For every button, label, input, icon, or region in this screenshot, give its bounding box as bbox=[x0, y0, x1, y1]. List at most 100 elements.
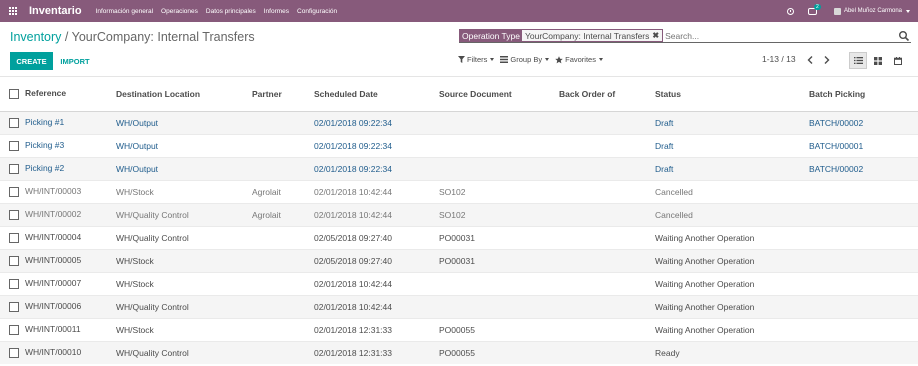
row-checkbox[interactable] bbox=[9, 117, 19, 128]
table-row[interactable]: WH/INT/00006 WH/Quality Control 02/01/20… bbox=[0, 294, 918, 318]
cell-back-order bbox=[559, 225, 655, 249]
row-checkbox[interactable] bbox=[9, 348, 19, 359]
cell-source-document bbox=[439, 156, 559, 180]
table-row[interactable]: WH/INT/00010 WH/Quality Control 02/01/20… bbox=[0, 340, 918, 364]
header-batch-picking[interactable]: Batch Picking bbox=[809, 77, 918, 112]
cell-destination: WH/Output bbox=[116, 110, 252, 134]
list-view-button[interactable] bbox=[849, 52, 867, 69]
menu-item-configuration[interactable]: Configuración bbox=[297, 8, 337, 15]
menu-item-overview[interactable]: Información general bbox=[96, 8, 153, 15]
cell-partner bbox=[252, 294, 314, 318]
filters-dropdown[interactable]: Filters bbox=[458, 55, 495, 64]
row-checkbox[interactable] bbox=[9, 209, 19, 220]
select-all-checkbox[interactable] bbox=[9, 89, 19, 100]
kanban-view-button[interactable] bbox=[869, 52, 887, 69]
cell-status: Waiting Another Operation bbox=[655, 225, 809, 249]
cell-partner: Agrolait bbox=[252, 179, 314, 203]
header-reference[interactable]: Reference bbox=[0, 77, 116, 112]
table-row[interactable]: WH/INT/00005 WH/Stock 02/05/2018 09:27:4… bbox=[0, 248, 918, 272]
app-name[interactable]: Inventario bbox=[29, 5, 82, 17]
search-icon[interactable] bbox=[898, 30, 910, 42]
row-checkbox[interactable] bbox=[9, 186, 19, 197]
cell-partner bbox=[252, 248, 314, 272]
user-name[interactable]: Abel Muñoz Carmona bbox=[844, 8, 902, 14]
pager-next-button[interactable] bbox=[822, 54, 832, 66]
facet-remove-icon[interactable]: ✖ bbox=[652, 31, 659, 40]
header-source-document[interactable]: Source Document bbox=[439, 77, 559, 112]
cell-batch-picking bbox=[809, 294, 918, 318]
menu-item-reporting[interactable]: Informes bbox=[264, 8, 289, 15]
breadcrumb: Inventory / YourCompany: Internal Transf… bbox=[10, 30, 255, 44]
row-checkbox[interactable] bbox=[9, 255, 19, 266]
cell-destination: WH/Quality Control bbox=[116, 340, 252, 364]
header-destination[interactable]: Destination Location bbox=[116, 77, 252, 112]
row-checkbox[interactable] bbox=[9, 324, 19, 335]
menu-item-operations[interactable]: Operaciones bbox=[161, 8, 198, 15]
cell-destination: WH/Stock bbox=[116, 271, 252, 295]
cell-reference: Picking #2 bbox=[25, 163, 65, 174]
cell-back-order bbox=[559, 156, 655, 180]
chevron-right-icon bbox=[824, 56, 830, 64]
menu-item-master-data[interactable]: Datos principales bbox=[206, 8, 256, 15]
favorites-dropdown[interactable]: Favorites bbox=[555, 55, 603, 64]
row-checkbox[interactable] bbox=[9, 140, 19, 151]
cell-reference: WH/INT/00005 bbox=[25, 255, 82, 266]
cell-batch-picking bbox=[809, 340, 918, 364]
breadcrumb-current: YourCompany: Internal Transfers bbox=[71, 30, 255, 44]
header-back-order[interactable]: Back Order of bbox=[559, 77, 655, 112]
activity-clock-icon[interactable] bbox=[786, 7, 794, 15]
search-facet: Operation Type YourCompany: Internal Tra… bbox=[459, 29, 664, 42]
row-checkbox[interactable] bbox=[9, 278, 19, 289]
cell-status: Draft bbox=[655, 110, 809, 134]
row-checkbox[interactable] bbox=[9, 232, 19, 243]
calendar-view-icon bbox=[894, 56, 902, 65]
table-row[interactable]: WH/INT/00003 WH/Stock Agrolait 02/01/201… bbox=[0, 179, 918, 203]
header-partner[interactable]: Partner bbox=[252, 77, 314, 112]
cell-partner bbox=[252, 340, 314, 364]
chat-icon[interactable]: 2 bbox=[807, 3, 821, 15]
cell-destination: WH/Stock bbox=[116, 248, 252, 272]
search-options: Filters Group By Favorites bbox=[458, 55, 609, 64]
cell-source-document bbox=[439, 271, 559, 295]
table-row[interactable]: WH/INT/00007 WH/Stock 02/01/2018 10:42:4… bbox=[0, 271, 918, 295]
header-status[interactable]: Status bbox=[655, 77, 809, 112]
table-row[interactable]: WH/INT/00011 WH/Stock 02/01/2018 12:31:3… bbox=[0, 317, 918, 341]
cell-partner bbox=[252, 156, 314, 180]
cell-status: Ready bbox=[655, 340, 809, 364]
cell-destination: WH/Stock bbox=[116, 317, 252, 341]
breadcrumb-separator: / bbox=[64, 30, 69, 44]
cell-partner bbox=[252, 271, 314, 295]
calendar-view-button[interactable] bbox=[889, 52, 907, 69]
user-avatar[interactable] bbox=[833, 7, 841, 15]
pager-value[interactable]: 1-13 / 13 bbox=[762, 54, 796, 64]
table-row[interactable]: Picking #1 WH/Output 02/01/2018 09:22:34… bbox=[0, 110, 918, 134]
table-row[interactable]: Picking #3 WH/Output 02/01/2018 09:22:34… bbox=[0, 133, 918, 157]
favorites-caret-icon bbox=[598, 58, 603, 61]
cell-scheduled-date: 02/01/2018 09:22:34 bbox=[314, 110, 439, 134]
create-button[interactable]: CREATE bbox=[10, 52, 53, 70]
cell-back-order bbox=[559, 179, 655, 203]
cell-status: Cancelled bbox=[655, 179, 809, 203]
group-by-icon bbox=[500, 56, 509, 63]
pager-previous-button[interactable] bbox=[805, 54, 815, 66]
table-row[interactable]: Picking #2 WH/Output 02/01/2018 09:22:34… bbox=[0, 156, 918, 180]
group-by-dropdown[interactable]: Group By bbox=[500, 55, 550, 64]
table-row[interactable]: WH/INT/00002 WH/Quality Control Agrolait… bbox=[0, 202, 918, 226]
user-menu-caret-icon[interactable] bbox=[906, 9, 910, 13]
filters-label: Filters bbox=[467, 55, 488, 64]
row-checkbox[interactable] bbox=[9, 163, 19, 174]
cell-partner: Agrolait bbox=[252, 202, 314, 226]
apps-menu-icon[interactable] bbox=[2, 0, 24, 22]
cell-scheduled-date: 02/01/2018 09:22:34 bbox=[314, 156, 439, 180]
cell-batch-picking: BATCH/00002 bbox=[809, 156, 918, 180]
search-input[interactable] bbox=[665, 29, 911, 42]
table-row[interactable]: WH/INT/00004 WH/Quality Control 02/05/20… bbox=[0, 225, 918, 249]
breadcrumb-parent-link[interactable]: Inventory bbox=[10, 30, 61, 44]
import-button[interactable]: IMPORT bbox=[56, 52, 94, 70]
header-scheduled-date[interactable]: Scheduled Date bbox=[314, 77, 439, 112]
cell-status: Waiting Another Operation bbox=[655, 294, 809, 318]
cell-scheduled-date: 02/01/2018 10:42:44 bbox=[314, 271, 439, 295]
cell-back-order bbox=[559, 271, 655, 295]
row-checkbox[interactable] bbox=[9, 301, 19, 312]
cell-back-order bbox=[559, 294, 655, 318]
